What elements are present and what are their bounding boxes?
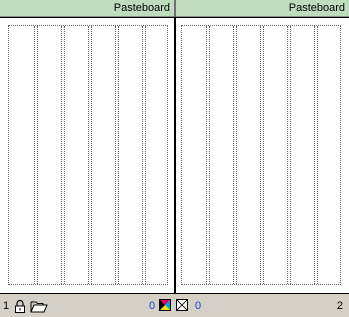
column-guide bbox=[34, 26, 38, 284]
lock-icon[interactable] bbox=[13, 299, 27, 313]
pasteboard-label-right: Pasteboard bbox=[288, 2, 345, 14]
page-number-left: 1 bbox=[3, 300, 10, 312]
count-left: 0 bbox=[149, 300, 156, 312]
pasteboard-header-right: Pasteboard bbox=[176, 0, 349, 17]
none-swatch-icon[interactable] bbox=[176, 299, 188, 311]
pasteboard-label-left: Pasteboard bbox=[113, 2, 170, 14]
document-spread[interactable] bbox=[0, 17, 349, 294]
left-page-margins bbox=[8, 25, 168, 285]
page-number-right: 2 bbox=[336, 300, 343, 312]
column-guide bbox=[287, 26, 291, 284]
column-guide bbox=[233, 26, 237, 284]
right-page-margins bbox=[181, 25, 341, 285]
spread-spine bbox=[174, 18, 176, 293]
column-guide bbox=[142, 26, 146, 284]
status-bar: 1 0 0 2 bbox=[0, 294, 349, 317]
column-guide bbox=[206, 26, 210, 284]
column-guide bbox=[61, 26, 65, 284]
folder-open-icon[interactable] bbox=[30, 300, 48, 313]
column-guide bbox=[314, 26, 318, 284]
column-guide bbox=[88, 26, 92, 284]
pasteboard-header-left: Pasteboard bbox=[0, 0, 174, 17]
cmyk-swatch-icon[interactable] bbox=[159, 299, 171, 311]
column-guide bbox=[115, 26, 119, 284]
count-right: 0 bbox=[195, 300, 202, 312]
column-guide bbox=[260, 26, 264, 284]
